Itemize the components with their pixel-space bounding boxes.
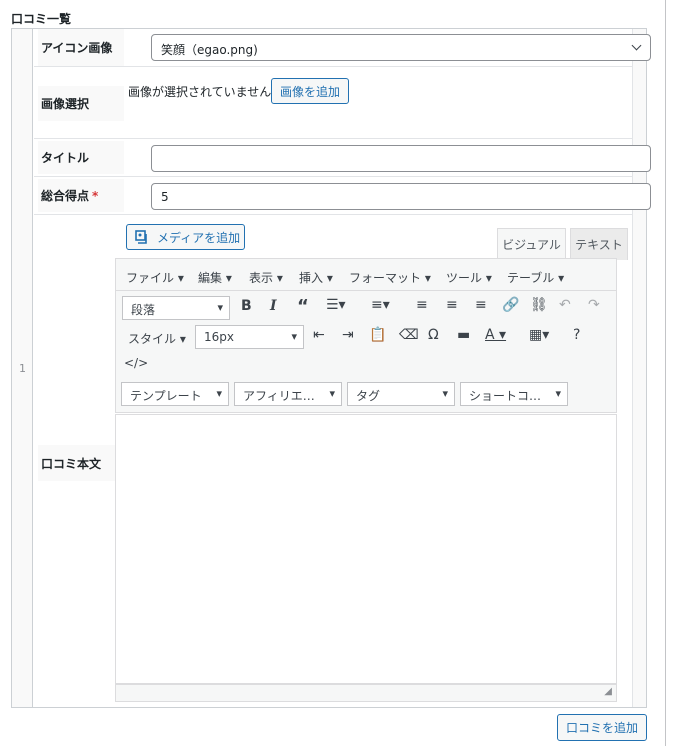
icon-image-label: アイコン画像 [38, 29, 124, 66]
field-icon-image: アイコン画像 笑顔（egao.png) [34, 29, 651, 67]
editor-body[interactable] [115, 414, 617, 684]
add-image-button[interactable]: 画像を追加 [271, 78, 349, 104]
paste-text-icon[interactable]: 📋 [369, 327, 386, 343]
unlink-icon[interactable]: ⛓ [530, 297, 548, 313]
editor-toolbar: ファイル ▾ 編集 ▾ 表示 ▾ 挿入 ▾ フォーマット ▾ ツール ▾ テーブ… [115, 258, 617, 413]
title-label: タイトル [38, 141, 124, 174]
bold-icon[interactable]: B [241, 298, 252, 314]
row-actions[interactable] [632, 29, 646, 707]
score-label: 総合得点 * [38, 179, 124, 212]
page-divider [665, 0, 666, 746]
add-review-button[interactable]: 口コミを追加 [557, 714, 647, 741]
media-icon [135, 230, 147, 244]
help-icon[interactable]: ? [573, 327, 580, 343]
image-select-label: 画像選択 [38, 86, 124, 121]
tag-select[interactable]: タグ [347, 382, 455, 406]
field-image-select: 画像選択 画像が選択されていません 画像を追加 [34, 67, 632, 139]
editor-statusbar: ◢ [115, 684, 617, 702]
table-icon[interactable]: ▦▾ [529, 327, 549, 343]
indent-icon[interactable]: ⇥ [342, 327, 354, 343]
shortcode-select[interactable]: ショートコ… [460, 382, 568, 406]
style-select[interactable]: スタイル ▾ [128, 330, 186, 347]
undo-icon[interactable]: ↶ [559, 297, 571, 313]
omega-icon[interactable]: Ω [428, 327, 439, 343]
resize-handle-icon[interactable]: ◢ [604, 686, 612, 697]
blockquote-icon[interactable]: “ [297, 296, 309, 317]
menu-table[interactable]: テーブル ▾ [507, 269, 564, 286]
code-icon[interactable]: </> [124, 356, 148, 370]
redo-icon[interactable]: ↷ [588, 297, 600, 313]
menu-file[interactable]: ファイル ▾ [126, 269, 184, 286]
score-label-text: 総合得点 [41, 189, 90, 203]
title-input[interactable] [151, 145, 651, 172]
menu-view[interactable]: 表示 ▾ [249, 269, 283, 286]
row-number: 1 [19, 362, 26, 375]
icon-image-select[interactable]: 笑顔（egao.png) [151, 34, 651, 61]
font-size-select[interactable]: 16px [195, 325, 304, 349]
align-center-icon[interactable]: ≡ [446, 297, 458, 313]
numbered-list-icon[interactable]: ≡▾ [371, 297, 390, 313]
italic-icon[interactable]: I [270, 298, 277, 314]
image-status-text: 画像が選択されていません [128, 85, 272, 99]
menu-format[interactable]: フォーマット ▾ [349, 269, 431, 286]
row-handle[interactable]: 1 [12, 29, 33, 707]
menu-insert[interactable]: 挿入 ▾ [299, 269, 333, 286]
affiliate-select[interactable]: アフィリエ… [234, 382, 342, 406]
add-media-button[interactable]: メディアを追加 [126, 224, 245, 250]
align-right-icon[interactable]: ≡ [475, 297, 487, 313]
template-select[interactable]: テンプレート [121, 382, 229, 406]
body-label: 口コミ本文 [38, 445, 124, 481]
clear-format-icon[interactable]: ⌫ [399, 327, 419, 343]
tab-visual[interactable]: ビジュアル [497, 228, 566, 260]
bullet-list-icon[interactable]: ☰▾ [326, 297, 346, 313]
tab-text[interactable]: テキスト [570, 228, 628, 260]
outdent-icon[interactable]: ⇤ [313, 327, 325, 343]
required-mark: * [92, 188, 99, 203]
field-score: 総合得点 * 5 [34, 177, 651, 215]
menu-edit[interactable]: 編集 ▾ [198, 269, 232, 286]
add-media-label: メディアを追加 [157, 230, 241, 245]
section-title: 口コミ一覧 [11, 12, 72, 26]
link-icon[interactable]: 🔗 [502, 297, 519, 313]
score-input[interactable]: 5 [151, 183, 651, 210]
paragraph-select[interactable]: 段落 [122, 296, 230, 320]
field-title: タイトル [34, 139, 651, 177]
menu-tools[interactable]: ツール ▾ [446, 269, 492, 286]
text-color-icon[interactable]: A ▾ [485, 327, 506, 343]
align-left-icon[interactable]: ≡ [416, 297, 428, 313]
horizontal-line-icon[interactable]: ▬ [457, 327, 470, 343]
